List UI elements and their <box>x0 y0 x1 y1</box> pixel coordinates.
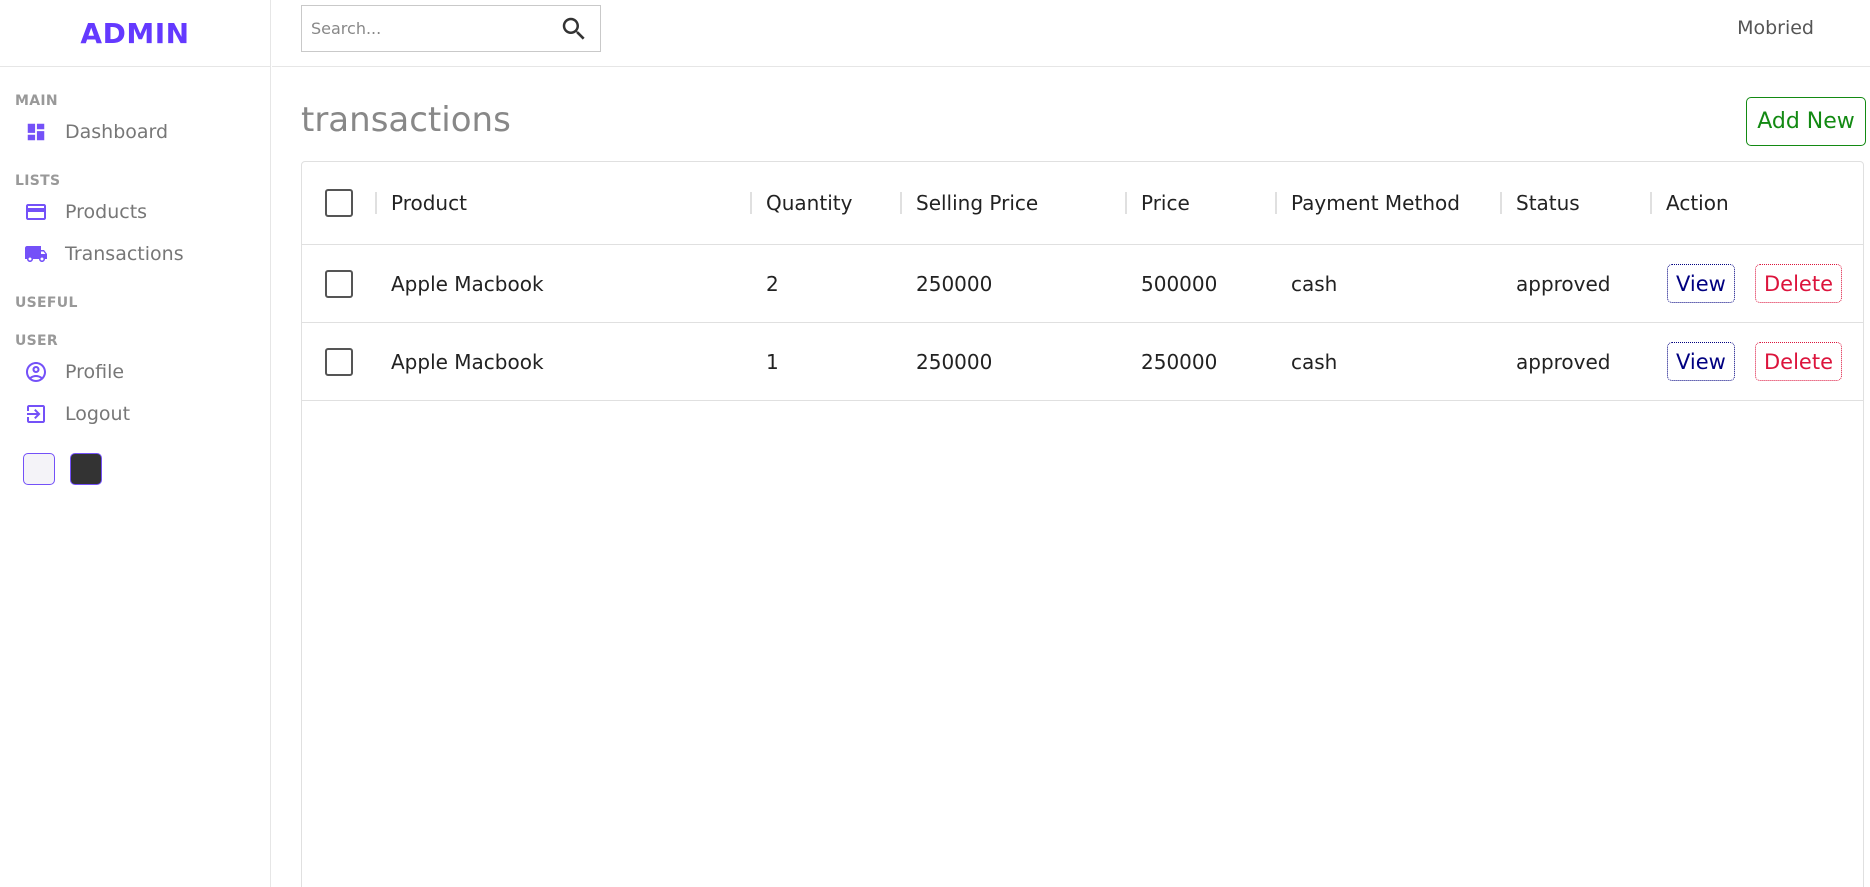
logo-area: ADMIN <box>0 0 270 67</box>
dark-theme-swatch[interactable] <box>70 453 102 485</box>
delete-button[interactable]: Delete <box>1755 342 1842 381</box>
table-row: Apple Macbook 2 250000 500000 cash appro… <box>302 245 1863 323</box>
table-header-row: Product Quantity Selling Price Price Pay… <box>302 162 1863 245</box>
truck-icon <box>24 242 48 266</box>
light-theme-swatch[interactable] <box>23 453 55 485</box>
section-title-user: USER <box>15 333 58 349</box>
table-row: Apple Macbook 1 250000 250000 cash appro… <box>302 323 1863 401</box>
price-cell: 500000 <box>1141 271 1218 296</box>
quantity-cell: 2 <box>766 271 779 296</box>
main-content: transactions Add New Product Quantity Se… <box>272 68 1870 887</box>
sidebar-item-products[interactable]: Products <box>0 191 270 233</box>
payment-method-cell: cash <box>1291 271 1338 296</box>
status-cell: approved <box>1516 349 1611 374</box>
sidebar: ADMIN MAIN Dashboard LISTS Products Tran… <box>0 0 271 887</box>
section-title-useful: USEFUL <box>15 295 78 311</box>
sidebar-item-transactions[interactable]: Transactions <box>0 233 270 275</box>
column-header-product[interactable]: Product <box>391 162 467 244</box>
payment-method-cell: cash <box>1291 349 1338 374</box>
sidebar-item-label: Logout <box>65 403 131 425</box>
sidebar-item-label: Transactions <box>65 243 184 265</box>
dashboard-icon <box>24 120 48 144</box>
delete-button[interactable]: Delete <box>1755 264 1842 303</box>
column-header-payment-method[interactable]: Payment Method <box>1291 162 1460 244</box>
select-all-checkbox[interactable] <box>325 189 353 217</box>
section-title-lists: LISTS <box>15 173 61 189</box>
section-title-main: MAIN <box>15 93 58 109</box>
column-header-action[interactable]: Action <box>1666 162 1729 244</box>
selling-price-cell: 250000 <box>916 271 993 296</box>
column-header-status[interactable]: Status <box>1516 162 1580 244</box>
topbar: Mobried <box>272 0 1870 67</box>
view-button[interactable]: View <box>1667 342 1735 381</box>
row-checkbox[interactable] <box>325 269 353 298</box>
sidebar-item-dashboard[interactable]: Dashboard <box>0 111 270 153</box>
sidebar-item-label: Dashboard <box>65 121 169 143</box>
sidebar-item-logout[interactable]: Logout <box>0 393 270 435</box>
search-box <box>301 5 601 52</box>
column-header-quantity[interactable]: Quantity <box>766 162 852 244</box>
quantity-cell: 1 <box>766 349 779 374</box>
theme-switcher <box>23 453 270 485</box>
logout-icon <box>24 402 48 426</box>
transactions-table: Product Quantity Selling Price Price Pay… <box>301 161 1864 887</box>
price-cell: 250000 <box>1141 349 1218 374</box>
column-header-price[interactable]: Price <box>1141 162 1190 244</box>
column-header-selling-price[interactable]: Selling Price <box>916 162 1038 244</box>
row-checkbox[interactable] <box>325 347 353 376</box>
page-title: transactions <box>301 100 511 140</box>
sidebar-nav: MAIN Dashboard LISTS Products Transactio… <box>0 67 270 485</box>
account-circle-icon <box>24 360 48 384</box>
sidebar-item-label: Products <box>65 201 148 223</box>
sidebar-item-profile[interactable]: Profile <box>0 351 270 393</box>
search-input[interactable] <box>302 19 554 38</box>
view-button[interactable]: View <box>1667 264 1735 303</box>
search-icon[interactable] <box>554 9 594 49</box>
product-cell: Apple Macbook <box>391 349 544 374</box>
add-new-button[interactable]: Add New <box>1746 97 1866 146</box>
user-name[interactable]: Mobried <box>1737 17 1814 39</box>
status-cell: approved <box>1516 271 1611 296</box>
sidebar-item-label: Profile <box>65 361 125 383</box>
credit-card-icon <box>24 200 48 224</box>
logo[interactable]: ADMIN <box>80 17 189 50</box>
product-cell: Apple Macbook <box>391 271 544 296</box>
selling-price-cell: 250000 <box>916 349 993 374</box>
